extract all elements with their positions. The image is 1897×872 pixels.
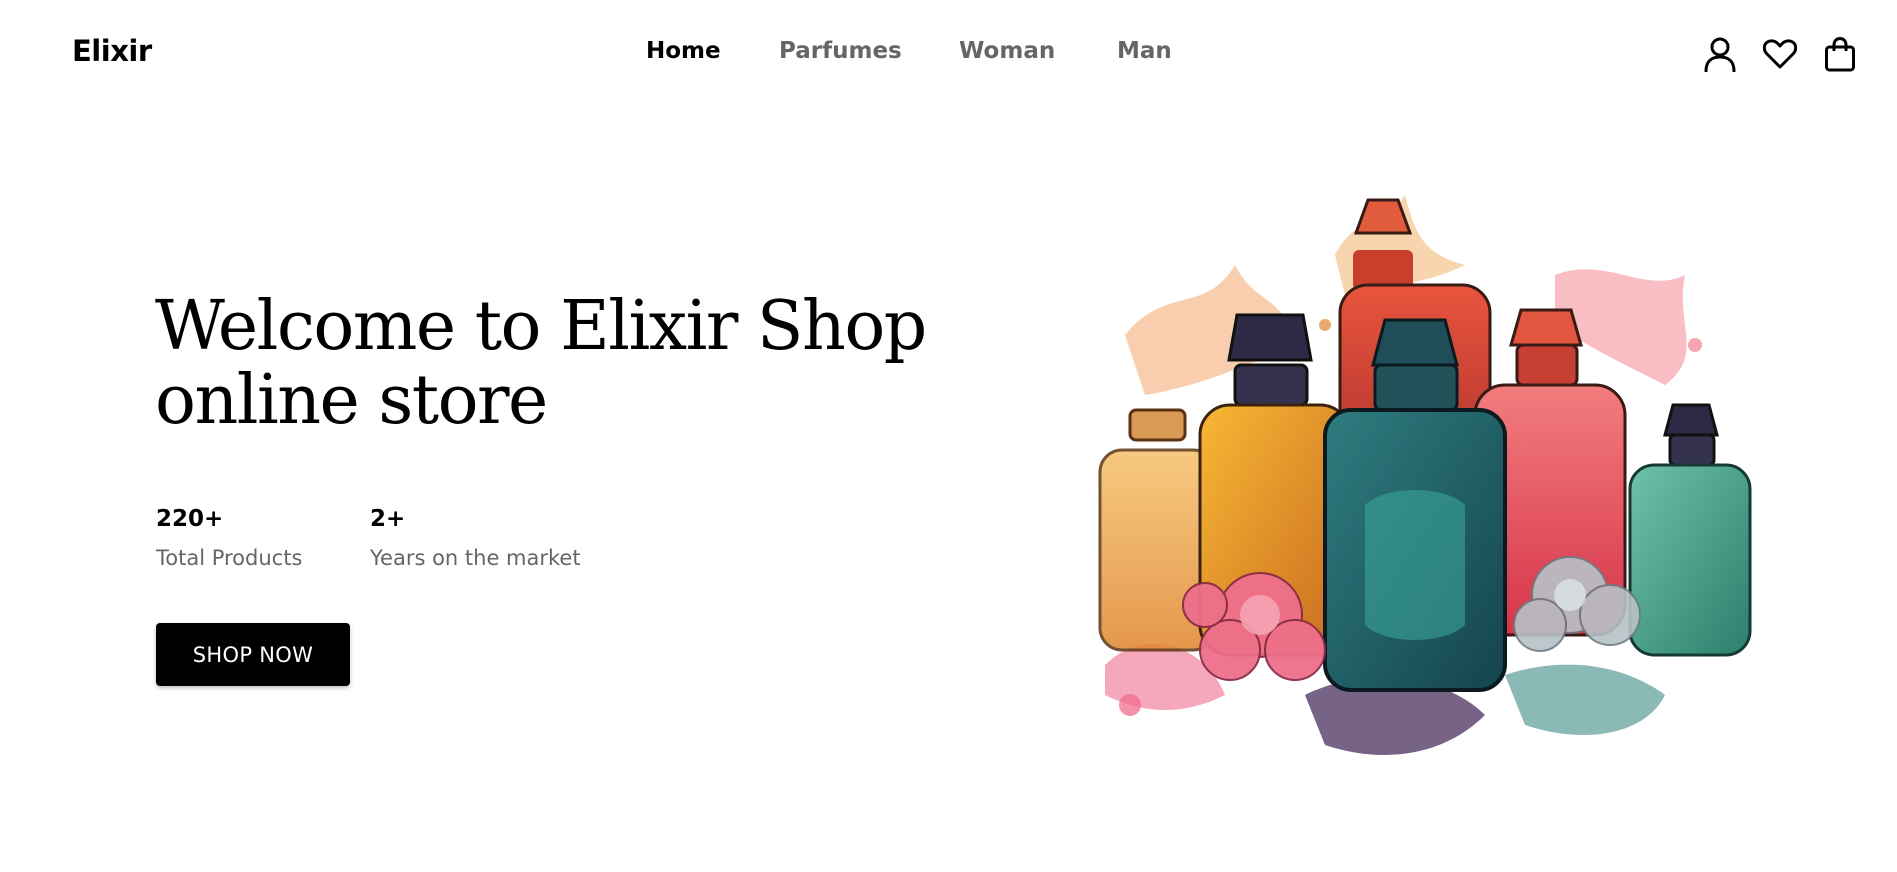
nav-link-home[interactable]: Home	[646, 38, 721, 64]
stat-value: 220+	[156, 506, 224, 532]
stat-years-on-market: 2+ Years on the market	[370, 506, 581, 570]
hero-title-line-1: Welcome to Elixir Shop	[155, 287, 927, 366]
perfume-bottles-illustration	[1085, 195, 1765, 775]
stat-label: Total Products	[156, 546, 303, 570]
nav-link-parfumes[interactable]: Parfumes	[779, 38, 902, 64]
stat-value: 2+	[370, 506, 406, 532]
brand-logo[interactable]: Elixir	[72, 34, 152, 68]
user-icon[interactable]	[1700, 34, 1740, 74]
top-navbar: Elixir Home Parfumes Woman Man	[0, 0, 1897, 106]
hero-title-line-2: online store	[155, 361, 548, 440]
stat-total-products: 220+ Total Products	[156, 506, 302, 570]
heart-icon[interactable]	[1760, 34, 1800, 74]
shopping-bag-icon[interactable]	[1820, 34, 1860, 74]
nav-link-man[interactable]: Man	[1117, 38, 1172, 64]
hero-title: Welcome to Elixir Shop online store	[155, 287, 927, 440]
stat-label: Years on the market	[370, 546, 581, 570]
shop-now-button[interactable]: SHOP NOW	[156, 623, 350, 686]
nav-link-woman[interactable]: Woman	[959, 38, 1055, 64]
